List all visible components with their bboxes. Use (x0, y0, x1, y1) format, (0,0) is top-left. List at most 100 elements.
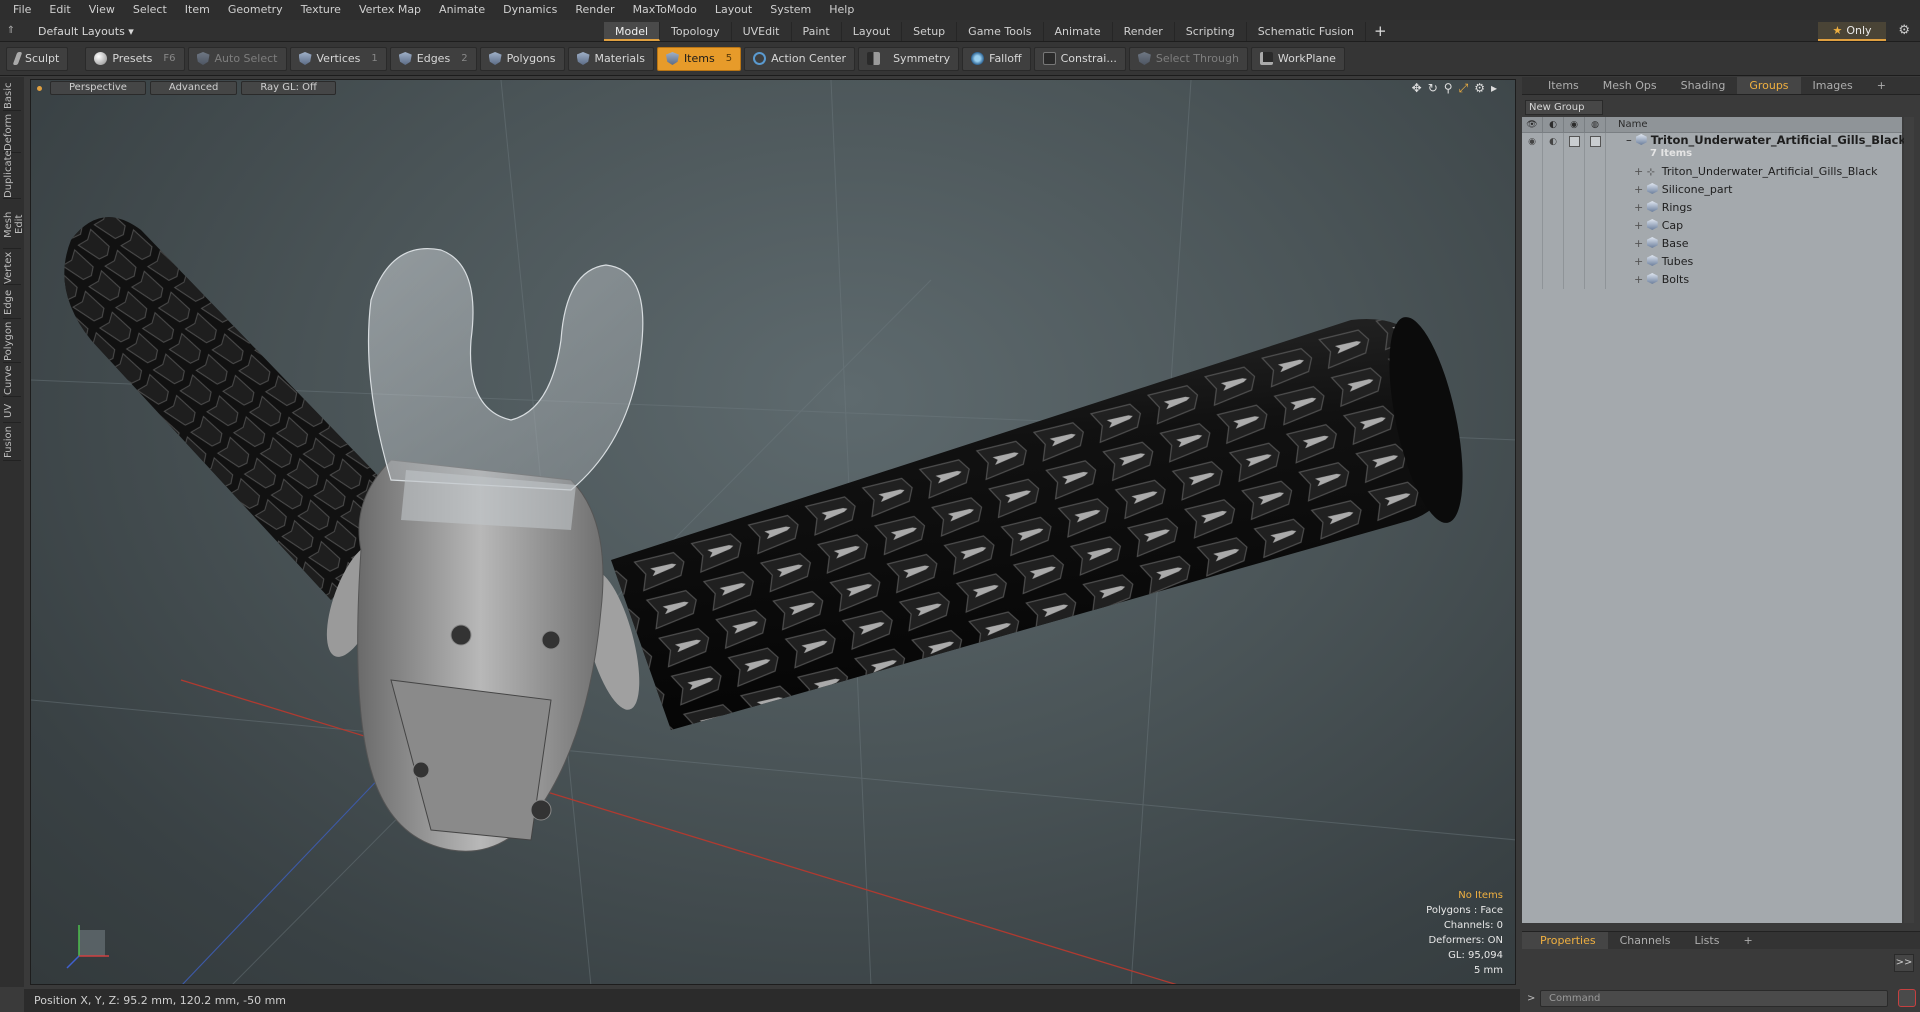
list-item[interactable]: + Rings (1522, 199, 1902, 217)
list-scrollbar[interactable] (1904, 117, 1914, 923)
list-item-cell[interactable] (1564, 217, 1585, 235)
tab-topology[interactable]: Topology (660, 22, 732, 41)
materials-button[interactable]: Materials (567, 46, 654, 71)
list-item-cell[interactable] (1564, 163, 1585, 181)
list-item[interactable]: + Tubes (1522, 253, 1902, 271)
expand-icon[interactable]: + (1634, 219, 1647, 232)
list-item-cell[interactable] (1522, 271, 1543, 289)
viewport-settings-icon[interactable]: ⚙ (1474, 81, 1485, 96)
list-item-cell[interactable] (1543, 163, 1564, 181)
list-item-cell[interactable] (1585, 217, 1606, 235)
items-button[interactable]: Items 5 (656, 46, 742, 71)
list-item-cell[interactable] (1543, 271, 1564, 289)
command-record-icon[interactable] (1898, 989, 1916, 1007)
left-tab-curve[interactable]: Curve (3, 365, 21, 397)
expand-icon[interactable]: + (1634, 273, 1647, 286)
list-item-cell[interactable] (1522, 199, 1543, 217)
add-bottom-tab-icon[interactable]: + (1731, 932, 1764, 949)
left-tab-edge[interactable]: Edge (3, 287, 21, 319)
list-item[interactable]: + Bolts (1522, 271, 1902, 289)
expand-icon[interactable]: + (1634, 237, 1647, 250)
presets-button[interactable]: Presets F6 (85, 46, 185, 71)
workplane-button[interactable]: WorkPlane (1250, 46, 1345, 71)
expand-icon[interactable]: + (1634, 165, 1647, 178)
viewport-more-icon[interactable]: ▸ (1491, 81, 1497, 96)
list-item-cell[interactable] (1585, 181, 1606, 199)
left-tab-deform[interactable]: Deform (3, 113, 21, 153)
symmetry-button[interactable]: Symmetry (858, 46, 960, 71)
visibility-toggle[interactable]: ◉ (1522, 133, 1543, 163)
list-item-cell[interactable] (1564, 199, 1585, 217)
zoom-view-icon[interactable]: ⚲ (1444, 81, 1453, 96)
menu-system[interactable]: System (761, 0, 820, 20)
rotate-view-icon[interactable]: ↻ (1428, 81, 1438, 96)
layout-dropdown[interactable]: ⇑ Default Layouts ▾ (4, 22, 134, 40)
new-group-button[interactable]: New Group (1525, 100, 1603, 115)
list-item[interactable]: + ⊹ Triton_Underwater_Artificial_Gills_Bl… (1522, 163, 1902, 181)
select-through-button[interactable]: Select Through (1128, 46, 1248, 71)
bottom-tab-channels[interactable]: Channels (1608, 932, 1683, 949)
panel-tab-images[interactable]: Images (1801, 77, 1865, 94)
view-mode-dropdown[interactable]: Perspective (50, 81, 146, 95)
menu-view[interactable]: View (80, 0, 124, 20)
list-item-cell[interactable] (1522, 181, 1543, 199)
tab-render[interactable]: Render (1113, 22, 1175, 41)
shading-dropdown[interactable]: Advanced (149, 81, 238, 95)
viewport-menu-dot[interactable] (37, 85, 42, 91)
list-item[interactable]: + Silicone_part (1522, 181, 1902, 199)
left-tab-uv[interactable]: UV (3, 399, 21, 423)
sculpt-button[interactable]: Sculpt (6, 46, 69, 71)
list-item-cell[interactable] (1585, 235, 1606, 253)
add-tab-icon[interactable]: + (1366, 22, 1395, 41)
gear-icon[interactable]: ⚙ (1898, 23, 1910, 38)
panel-tab-groups[interactable]: Groups (1737, 77, 1801, 94)
maximize-view-icon[interactable]: ⤢ (1459, 81, 1469, 96)
list-item-cell[interactable] (1522, 217, 1543, 235)
layout-menu-icon[interactable]: ⇑ (4, 24, 18, 38)
render-toggle[interactable]: ◐ (1543, 133, 1564, 163)
tab-uvedit[interactable]: UVEdit (732, 22, 792, 41)
list-item-cell[interactable] (1543, 235, 1564, 253)
raygl-toggle[interactable]: Ray GL: Off (241, 81, 336, 95)
list-item-cell[interactable] (1585, 271, 1606, 289)
tab-game-tools[interactable]: Game Tools (957, 22, 1044, 41)
constraints-button[interactable]: Constrai... (1033, 46, 1126, 71)
select-checkbox[interactable] (1589, 136, 1601, 147)
menu-vertex-map[interactable]: Vertex Map (350, 0, 430, 20)
list-item-cell[interactable] (1585, 199, 1606, 217)
left-tab-mesh-edit[interactable]: Mesh Edit (3, 201, 25, 249)
tab-paint[interactable]: Paint (792, 22, 842, 41)
move-view-icon[interactable]: ✥ (1412, 81, 1422, 96)
left-tab-vertex[interactable]: Vertex (3, 251, 21, 285)
list-item-cell[interactable] (1543, 181, 1564, 199)
falloff-button[interactable]: Falloff (962, 46, 1031, 71)
expand-icon[interactable]: + (1634, 255, 1647, 268)
3d-viewport[interactable]: Perspective Advanced Ray GL: Off ✥ ↻ ⚲ ⤢… (30, 79, 1516, 985)
panel-tab-shading[interactable]: Shading (1669, 77, 1738, 94)
list-item[interactable]: + Cap (1522, 217, 1902, 235)
tab-layout[interactable]: Layout (842, 22, 903, 41)
list-item-cell[interactable] (1543, 253, 1564, 271)
panel-tab-mesh-ops[interactable]: Mesh Ops (1591, 77, 1669, 94)
list-item[interactable]: + Base (1522, 235, 1902, 253)
menu-geometry[interactable]: Geometry (219, 0, 292, 20)
list-item-cell[interactable] (1522, 253, 1543, 271)
list-item-cell[interactable] (1522, 163, 1543, 181)
menu-render[interactable]: Render (566, 0, 623, 20)
edges-button[interactable]: Edges 2 (389, 46, 477, 71)
lock-toggle[interactable] (1564, 133, 1585, 163)
menu-item[interactable]: Item (176, 0, 219, 20)
list-item-cell[interactable] (1585, 163, 1606, 181)
polygons-button[interactable]: Polygons (479, 46, 565, 71)
collapse-icon[interactable]: – (1626, 133, 1632, 147)
lock-checkbox[interactable] (1568, 136, 1580, 147)
menu-dynamics[interactable]: Dynamics (494, 0, 566, 20)
only-toggle[interactable]: ★ Only (1818, 22, 1886, 41)
group-row[interactable]: ◉ ◐ – Triton_Underwater_Artificial_Gills_… (1522, 133, 1906, 163)
menu-help[interactable]: Help (820, 0, 863, 20)
expand-icon[interactable]: + (1634, 183, 1647, 196)
expand-icon[interactable]: + (1634, 201, 1647, 214)
menu-file[interactable]: File (4, 0, 40, 20)
menu-select[interactable]: Select (124, 0, 176, 20)
action-center-button[interactable]: Action Center (744, 46, 856, 71)
